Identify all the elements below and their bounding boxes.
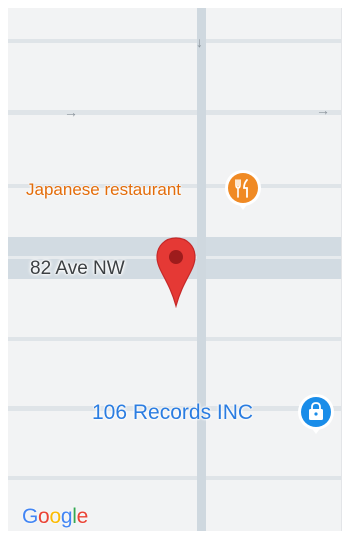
map-frame: ↓ → → Japanese restaurant 82 Ave NW 106 … — [0, 0, 347, 534]
map-canvas[interactable]: ↓ → → Japanese restaurant 82 Ave NW 106 … — [8, 8, 342, 531]
poi-label-japanese-restaurant[interactable]: Japanese restaurant — [26, 180, 181, 200]
one-way-arrow-icon: ↓ — [196, 34, 203, 50]
poi-label-106-records[interactable]: 106 Records INC — [92, 401, 253, 425]
logo-letter: o — [38, 505, 50, 528]
road — [8, 337, 341, 341]
one-way-arrow-icon: → — [64, 104, 78, 120]
restaurant-icon[interactable] — [223, 168, 263, 212]
logo-letter: e — [76, 505, 89, 528]
logo-letter: g — [60, 505, 73, 528]
road — [8, 39, 341, 43]
logo-letter: o — [49, 505, 61, 528]
street-label: 82 Ave NW — [30, 258, 125, 279]
map-pin-icon[interactable] — [155, 236, 197, 308]
one-way-arrow-icon: → — [316, 102, 330, 118]
logo-letter: G — [22, 505, 39, 528]
road — [8, 110, 341, 115]
road — [8, 476, 341, 480]
google-logo: Google — [22, 505, 88, 529]
shopping-bag-icon[interactable] — [296, 392, 336, 436]
road — [197, 8, 206, 531]
